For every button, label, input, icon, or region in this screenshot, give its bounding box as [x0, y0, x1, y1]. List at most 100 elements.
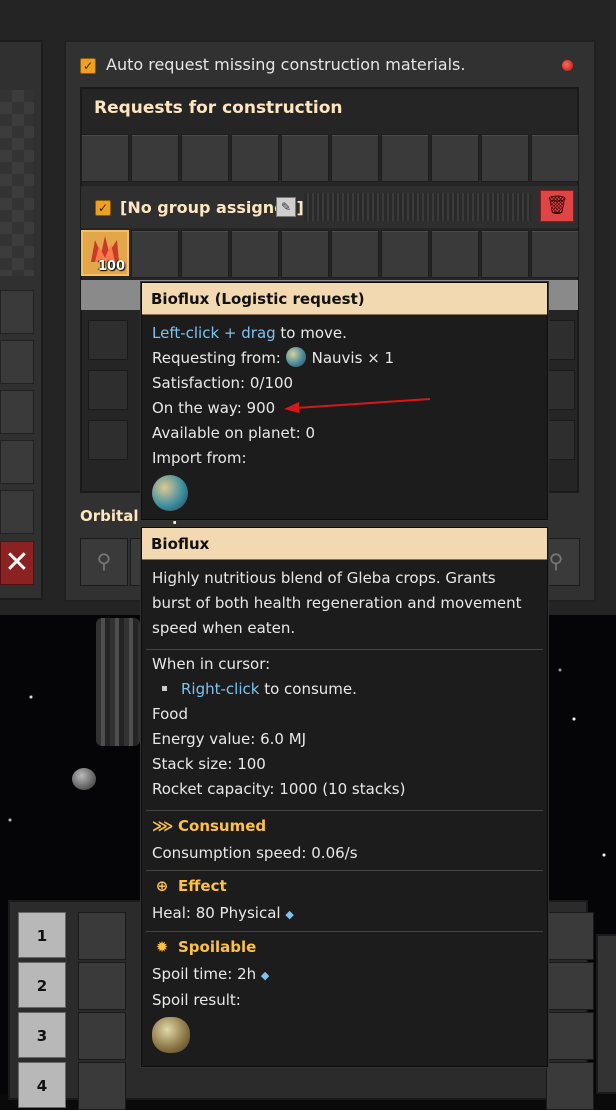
nauvis-import-icon [152, 475, 188, 511]
quickbar-slot[interactable] [546, 1062, 594, 1110]
auto-request-row[interactable]: ✓ Auto request missing construction mate… [80, 54, 580, 80]
trash-icon: 🗑 [545, 195, 569, 216]
spoilage-item-icon [152, 1017, 190, 1053]
effect-icon: ⊕ [155, 877, 169, 895]
close-button[interactable]: ✕ [0, 541, 34, 585]
right-side-widget[interactable] [596, 934, 616, 1094]
consumed-section-title: ⋙ Consumed [142, 811, 547, 841]
rocket-label: Rocket capacity: [152, 780, 275, 798]
quickbar-slot[interactable] [546, 962, 594, 1010]
close-icon: ✕ [4, 545, 30, 580]
inventory-slot[interactable] [88, 370, 128, 410]
drop-pod-icon: ⚲ [96, 549, 112, 573]
left-slot[interactable] [0, 340, 34, 384]
rocket-row: Rocket capacity: 1000 (10 stacks) [152, 777, 537, 802]
available-value: 0 [305, 424, 315, 442]
satisfaction-value: 0/100 [249, 374, 294, 392]
move-hint: Left-click + drag to move. [152, 321, 537, 346]
pencil-icon: ✎ [280, 200, 292, 214]
request-slot[interactable] [481, 134, 529, 182]
nauvis-planet-icon [285, 347, 306, 367]
quickbar-row-1[interactable]: 1 [18, 912, 66, 958]
request-slot[interactable] [181, 134, 229, 182]
spaceship-sprite [96, 618, 140, 746]
quickbar-row-3[interactable]: 3 [18, 1012, 66, 1058]
request-slot[interactable] [381, 134, 429, 182]
satisfaction-label: Satisfaction: [152, 374, 246, 392]
orbital-drop-slot[interactable]: ⚲ [80, 538, 128, 586]
quickbar-row-4[interactable]: 4 [18, 1062, 66, 1108]
effect-title-text: Effect [178, 877, 227, 895]
energy-value: 6.0 MJ [260, 730, 307, 748]
spoilable-icon: ✹ [155, 938, 169, 956]
drag-handle[interactable] [304, 193, 532, 221]
move-suffix: to move. [275, 324, 347, 342]
request-slot[interactable] [531, 230, 579, 278]
bullet-icon [162, 685, 167, 691]
spoil-time-row: Spoil time: 2h ◆ [152, 962, 537, 988]
inventory-slot[interactable] [88, 420, 128, 460]
request-slot[interactable] [181, 230, 229, 278]
drop-pod-icon: ⚲ [548, 549, 564, 573]
edit-group-button[interactable]: ✎ [276, 197, 296, 217]
satisfaction-row: Satisfaction: 0/100 [152, 371, 537, 396]
request-slot[interactable] [231, 230, 279, 278]
tooltip-title: Bioflux (Logistic request) [142, 283, 547, 315]
consumption-label: Consumption speed: [152, 844, 307, 862]
auto-request-label: Auto request missing construction materi… [106, 55, 466, 74]
consume-action: Right-click [181, 680, 260, 698]
group-checkbox[interactable]: ✓ [95, 200, 111, 216]
request-slot[interactable] [481, 230, 529, 278]
item-tooltip-title: Bioflux [142, 528, 547, 560]
quickbar-slot[interactable] [78, 1012, 126, 1060]
status-indicator-icon [562, 60, 573, 71]
consumed-title-text: Consumed [178, 817, 267, 835]
request-slot[interactable] [131, 134, 179, 182]
request-slot[interactable] [281, 134, 329, 182]
request-slot[interactable] [431, 230, 479, 278]
heal-row: Heal: 80 Physical ◆ [152, 901, 537, 927]
consumption-value: 0.06/s [311, 844, 358, 862]
left-slot[interactable] [0, 490, 34, 534]
quickbar-slot[interactable] [78, 912, 126, 960]
request-slot[interactable] [281, 230, 329, 278]
quickbar-slot[interactable] [546, 1012, 594, 1060]
consumption-row: Consumption speed: 0.06/s [152, 841, 537, 866]
left-slot[interactable] [0, 440, 34, 484]
left-slot[interactable] [0, 290, 34, 334]
inventory-slot[interactable] [88, 320, 128, 360]
available-label: Available on planet: [152, 424, 301, 442]
import-from-label: Import from: [152, 449, 247, 467]
request-slot[interactable] [381, 230, 429, 278]
spoil-time-label: Spoil time: [152, 965, 233, 983]
spoilable-section-title: ✹ Spoilable [142, 932, 547, 962]
stack-value: 100 [237, 755, 266, 773]
stack-label: Stack size: [152, 755, 233, 773]
info-diamond-icon: ◆ [260, 969, 270, 982]
item-description: Highly nutritious blend of Gleba crops. … [152, 569, 522, 637]
on-the-way-label: On the way: [152, 399, 242, 417]
effect-section-title: ⊕ Effect [142, 871, 547, 901]
requesting-from-label: Requesting from: [152, 349, 281, 367]
request-slot[interactable] [81, 134, 129, 182]
quickbar-slot[interactable] [78, 1062, 126, 1110]
quickbar-slot[interactable] [78, 962, 126, 1010]
left-slot[interactable] [0, 390, 34, 434]
request-slot[interactable] [531, 134, 579, 182]
info-diamond-icon: ◆ [285, 908, 294, 921]
request-slot[interactable] [431, 134, 479, 182]
request-slot[interactable] [131, 230, 179, 278]
spoilable-title-text: Spoilable [178, 938, 257, 956]
request-slot[interactable] [231, 134, 279, 182]
request-slot[interactable] [331, 230, 379, 278]
quickbar-row-2[interactable]: 2 [18, 962, 66, 1008]
auto-request-checkbox[interactable]: ✓ [80, 58, 96, 74]
spoil-time-value: 2h [237, 965, 257, 983]
bioflux-request-slot[interactable]: 100 [81, 230, 129, 276]
available-row: Available on planet: 0 [152, 421, 537, 446]
item-count: 100 [97, 259, 125, 274]
requests-title: Requests for construction [94, 98, 343, 118]
quickbar-slot[interactable] [546, 912, 594, 960]
request-slot[interactable] [331, 134, 379, 182]
delete-group-button[interactable]: 🗑 [540, 190, 574, 222]
